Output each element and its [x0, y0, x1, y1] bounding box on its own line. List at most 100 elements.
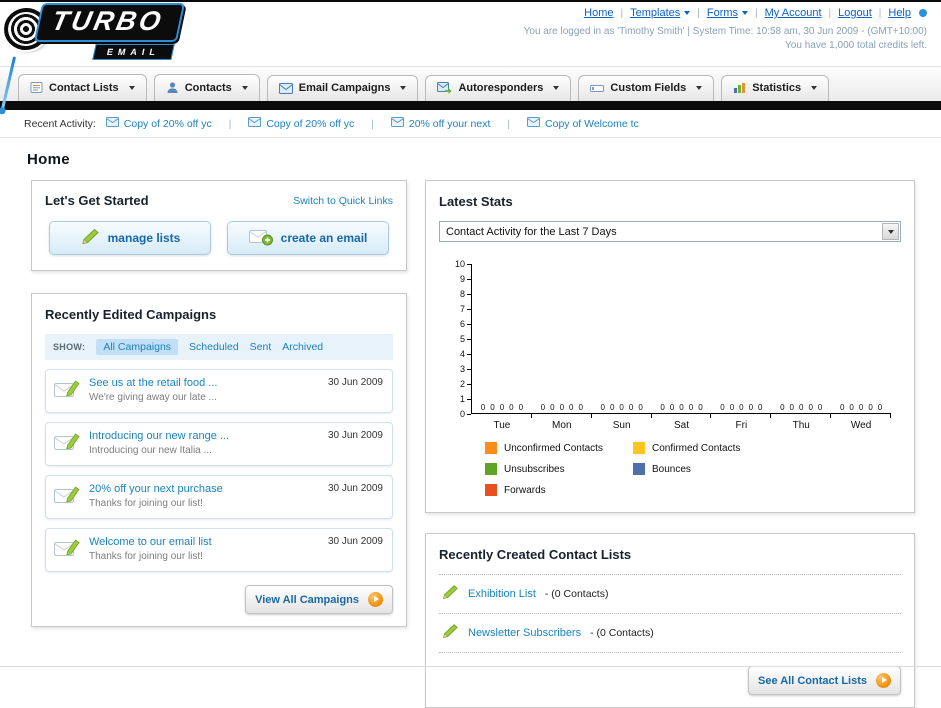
show-label: SHOW:: [53, 342, 86, 352]
contact-activity-chart: 10 9 8 7 6 5 4 3 2 1 0 0 0 0 0 0 Tue 0 0 0 0 0 Mon 0 0 0 0 0 Sun 0 0 0…: [447, 259, 891, 431]
contact-list-row: Exhibition List - (0 Contacts): [439, 575, 901, 614]
tab-email-campaigns[interactable]: Email Campaigns: [266, 75, 419, 101]
recent-activity-item-label: Copy of Welcome tc: [545, 117, 639, 130]
filter-archived[interactable]: Archived: [282, 341, 323, 353]
create-an-email-button[interactable]: create an email: [227, 221, 389, 255]
session-info: You are logged in as 'Timothy Smith' | S…: [523, 26, 927, 37]
footer-divider: [0, 666, 941, 667]
divider: [755, 7, 758, 19]
campaign-title-link[interactable]: See us at the retail food ...: [89, 377, 217, 389]
contact-list-row: Newsletter Subscribers - (0 Contacts): [439, 614, 901, 653]
recent-activity-label: Recent Activity:: [24, 117, 96, 130]
campaign-subject: Introducing our new Italia ...: [89, 445, 212, 456]
campaign-edit-icon: [54, 484, 80, 511]
stats-period-dropdown[interactable]: Contact Activity for the Last 7 Days: [439, 221, 901, 242]
statistics-icon: [733, 82, 746, 94]
nav-link-logout[interactable]: Logout: [838, 7, 872, 19]
recent-activity-item[interactable]: Copy of Welcome tc: [527, 117, 639, 130]
chevron-down-icon: [241, 85, 248, 90]
tab-label: Custom Fields: [610, 82, 687, 94]
arrow-right-icon: [368, 592, 383, 607]
email-campaigns-icon: [278, 82, 293, 94]
tab-contact-lists[interactable]: Contact Lists: [18, 74, 147, 101]
button-label: create an email: [280, 231, 368, 245]
nav-link-label: My Account: [764, 7, 822, 19]
nav-divider-bar: [0, 101, 941, 110]
campaign-title-link[interactable]: Welcome to our email list: [89, 536, 212, 548]
y-axis-tick: 1: [460, 394, 471, 404]
y-axis-tick: 2: [460, 379, 471, 389]
nav-link-my-account[interactable]: My Account: [765, 7, 822, 19]
campaign-date: 30 Jun 2009: [327, 536, 383, 547]
y-axis-tick: 4: [460, 349, 471, 359]
recent-activity-item-label: 20% off your next: [408, 117, 491, 130]
main-nav: Contact Lists Contacts Email Campaigns A…: [0, 66, 941, 101]
campaign-title-link[interactable]: 20% off your next purchase: [89, 483, 223, 495]
right-column: Latest Stats Contact Activity for the La…: [425, 180, 915, 708]
tab-label: Statistics: [752, 82, 802, 94]
campaign-row[interactable]: 20% off your next purchase Thanks for jo…: [45, 475, 393, 519]
divider: [621, 7, 624, 19]
legend-item: Unconfirmed Contacts: [485, 442, 633, 454]
view-all-campaigns-button[interactable]: View All Campaigns: [245, 585, 393, 614]
chart-groups: 0 0 0 0 0 Tue 0 0 0 0 0 Mon 0 0 0 0 0 Sun 0 0 0 0 0 Sat 0 0 0 0 0 Fri…: [472, 264, 891, 431]
tab-custom-fields[interactable]: Custom Fields: [578, 75, 715, 101]
envelope-icon: [105, 117, 119, 130]
divider: [229, 118, 232, 130]
recently-created-contact-lists-panel: Recently Created Contact Lists Exhibitio…: [425, 533, 915, 708]
latest-stats-panel: Latest Stats Contact Activity for the La…: [425, 180, 915, 513]
logo-title: TURBO: [33, 3, 186, 42]
switch-to-quick-links[interactable]: Switch to Quick Links: [293, 195, 393, 207]
chart-category-group: 0 0 0 0 0 Sat: [652, 264, 712, 431]
nav-link-forms[interactable]: Forms: [706, 7, 749, 19]
chart-plot-area: 0 0 0 0 0 Tue 0 0 0 0 0 Mon 0 0 0 0 0 Sun 0 0 0 0 0 Sat 0 0 0 0 0 Fri…: [471, 264, 891, 431]
header-right: Home Templates Forms My Account Logout H…: [524, 7, 927, 51]
tab-contacts[interactable]: Contacts: [153, 74, 260, 101]
divider: [507, 118, 510, 130]
campaign-row[interactable]: See us at the retail food ... We're givi…: [45, 369, 393, 413]
legend-item: Unsubscribes: [485, 463, 633, 475]
divider: [879, 7, 882, 19]
nav-link-label: Forms: [706, 7, 739, 19]
divider: [371, 118, 374, 130]
filter-all-campaigns[interactable]: All Campaigns: [96, 339, 179, 355]
envelope-plus-icon: [248, 228, 273, 249]
envelope-icon: [527, 117, 541, 130]
campaign-row[interactable]: Introducing our new range ... Introducin…: [45, 422, 393, 466]
chart-category-group: 0 0 0 0 0 Wed: [831, 264, 891, 431]
chevron-down-icon: [553, 86, 560, 90]
manage-lists-button[interactable]: manage lists: [49, 221, 211, 255]
contact-list-link[interactable]: Exhibition List: [468, 588, 536, 600]
chevron-down-icon: [882, 223, 899, 240]
nav-link-label: Templates: [630, 7, 681, 19]
recent-activity-bar: Recent Activity: Copy of 20% off yc Copy…: [0, 110, 941, 138]
nav-link-templates[interactable]: Templates: [630, 7, 691, 19]
filter-scheduled[interactable]: Scheduled: [189, 341, 239, 353]
campaign-row[interactable]: Welcome to our email list Thanks for joi…: [45, 528, 393, 572]
custom-fields-icon: [590, 83, 605, 94]
campaign-title-link[interactable]: Introducing our new range ...: [89, 430, 229, 442]
contact-list-link[interactable]: Newsletter Subscribers: [468, 627, 581, 639]
tab-autoresponders[interactable]: Autoresponders: [425, 75, 572, 101]
divider: [829, 7, 832, 19]
left-column: Let's Get Started Switch to Quick Links …: [31, 180, 407, 627]
divider: [697, 7, 700, 19]
filter-sent[interactable]: Sent: [250, 341, 272, 353]
autoresponders-icon: [437, 82, 452, 94]
tab-label: Email Campaigns: [298, 82, 391, 94]
recent-activity-item[interactable]: Copy of 20% off yc: [248, 117, 354, 130]
nav-link-home[interactable]: Home: [584, 7, 613, 19]
campaign-date: 30 Jun 2009: [327, 430, 383, 441]
see-all-contact-lists-button[interactable]: See All Contact Lists: [747, 666, 901, 695]
nav-link-help[interactable]: Help: [888, 7, 911, 19]
page-title: Home: [27, 151, 70, 168]
tab-statistics[interactable]: Statistics: [721, 75, 830, 101]
chart-category-group: 0 0 0 0 0 Sun: [592, 264, 652, 431]
recent-activity-item[interactable]: Copy of 20% off yc: [105, 117, 212, 130]
chart-category-group: 0 0 0 0 0 Tue: [472, 264, 532, 431]
campaign-subject: Thanks for joining our list!: [89, 551, 203, 562]
recent-activity-item[interactable]: 20% off your next: [390, 117, 491, 130]
tab-label: Autoresponders: [458, 82, 544, 94]
chevron-down-icon: [400, 86, 407, 90]
logo-subtitle: EMAIL: [92, 44, 175, 60]
